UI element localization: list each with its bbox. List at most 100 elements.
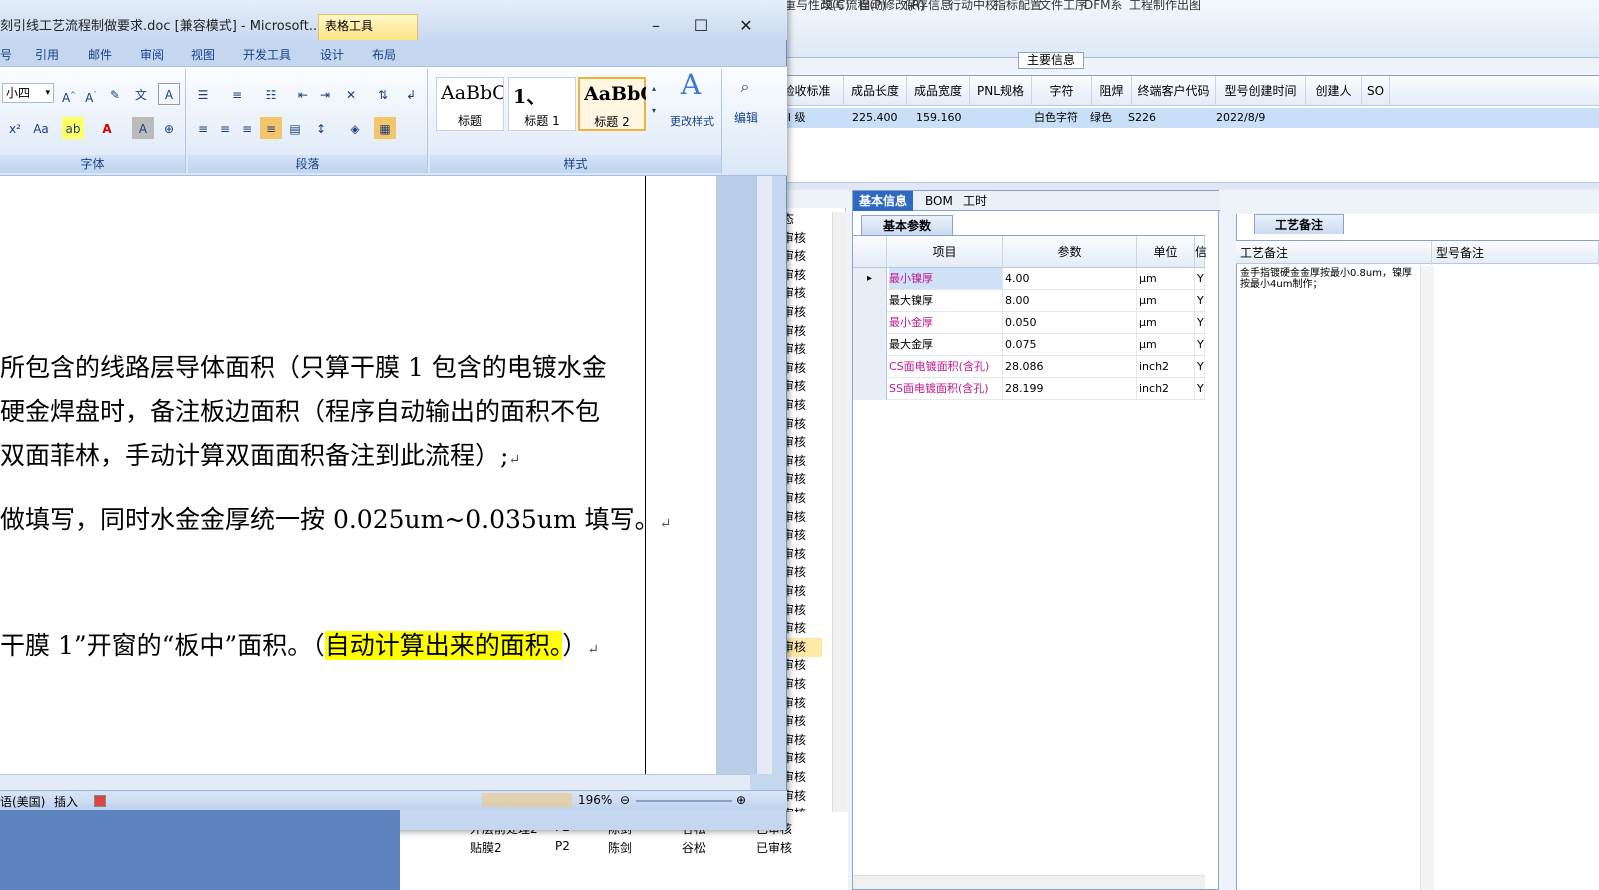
close-button[interactable]: ✕ (726, 16, 766, 38)
phonetic-guide-icon[interactable]: 文 (130, 83, 152, 105)
col-model-note[interactable]: 型号备注 (1432, 241, 1599, 265)
tab-bom[interactable]: BOM (919, 191, 959, 211)
character-shading-icon[interactable]: A (132, 117, 154, 139)
chevron-down-icon[interactable]: ▾ (45, 84, 50, 102)
change-styles-icon[interactable]: A (666, 71, 716, 103)
justify-icon[interactable]: ≡ (260, 117, 282, 139)
tab-references-partial[interactable]: 号 (0, 46, 12, 63)
col-item[interactable]: 项目 (887, 236, 1003, 268)
zoom-out-icon[interactable]: ⊖ (620, 793, 630, 807)
col-customer-code[interactable]: 终端客户代码 (1132, 76, 1216, 106)
styles-scroll-icon[interactable]: ▴ ▾ (648, 77, 660, 127)
tab-view[interactable]: 视图 (191, 46, 215, 63)
col-so[interactable]: SO (1362, 76, 1390, 106)
bullets-icon[interactable]: ☰ (192, 83, 214, 105)
grow-font-icon[interactable]: A^ (58, 83, 80, 105)
top-menu-item[interactable]: 行动中校 (949, 0, 997, 13)
tree-status-cell[interactable]: 审核 (782, 637, 822, 657)
insert-mode[interactable]: 插入 (54, 793, 78, 810)
align-center-icon[interactable]: ≡ (214, 117, 236, 139)
tab-mailings[interactable]: 邮件 (88, 46, 112, 63)
numbering-icon[interactable]: ≡ (226, 83, 248, 105)
align-left-icon[interactable]: ≡ (192, 117, 214, 139)
font-size-select[interactable]: 小四 ▾ (2, 83, 54, 103)
col-craft-note[interactable]: 工艺备注 (1236, 241, 1432, 265)
borders-icon[interactable]: ▦ (374, 117, 396, 139)
param-row[interactable]: ▸ 最小镍厚 4.00 μm Y (853, 268, 1205, 290)
param-row[interactable]: SS面电镀面积(含孔) 28.199 inch2 Y (853, 378, 1205, 400)
col-character[interactable]: 字符 (1032, 76, 1092, 106)
top-menu-item[interactable]: 文件工序 (1039, 0, 1087, 13)
chinese-layout-icon[interactable]: ✕ (340, 83, 362, 105)
splitter[interactable] (780, 182, 1599, 190)
col-unit[interactable]: 单位 (1137, 236, 1195, 268)
top-menu-item[interactable]: 保存信息 (904, 0, 952, 13)
col-solder-mask[interactable]: 阻焊 (1092, 76, 1132, 106)
decrease-indent-icon[interactable]: ⇤ (292, 83, 314, 105)
word-titlebar[interactable]: 刻引线工艺流程制做要求.doc [兼容模式] - Microsoft... 表格… (0, 0, 787, 40)
font-color-icon[interactable]: A (96, 117, 118, 139)
style-heading-2[interactable]: AaBbC( 标题 2 (578, 77, 646, 131)
align-right-icon[interactable]: ≡ (236, 117, 258, 139)
tab-design[interactable]: 设计 (320, 46, 344, 63)
view-buttons[interactable] (482, 793, 572, 807)
minimize-button[interactable]: – (636, 16, 676, 38)
row-header[interactable] (853, 356, 887, 378)
enclose-characters-icon[interactable]: ⊕ (158, 117, 180, 139)
tab-developer[interactable]: 开发工具 (243, 46, 291, 63)
document-page[interactable]: 所包含的线路层导体面积（只算干膜 1 包含的电镀水金 硬金焊盘时，备注板边面积（… (0, 176, 750, 774)
style-heading-1[interactable]: 1、 标题 1 (508, 77, 576, 131)
tree-row[interactable]: 贴膜2 P2 陈剑 谷松 已审核 (400, 837, 848, 857)
col-info[interactable]: 信 (1195, 236, 1207, 268)
tab-basic-params[interactable]: 基本参数 (861, 215, 953, 235)
zoom-level[interactable]: 196% (578, 793, 612, 807)
tab-craft-notes[interactable]: 工艺备注 (1254, 214, 1344, 234)
clear-format-icon[interactable]: ✎ (104, 83, 126, 105)
param-row[interactable]: 最大金厚 0.075 μm Y (853, 334, 1205, 356)
col-created-time[interactable]: 型号创建时间 (1216, 76, 1306, 106)
edit-label[interactable]: 编辑 (726, 109, 766, 126)
language-indicator[interactable]: 语(美国) (0, 793, 45, 810)
line-spacing-icon[interactable]: ↕ (310, 117, 332, 139)
main-grid-row[interactable]: 2 II 级 225.400 159.160 白色字符 绿色 S226 2022… (774, 108, 1599, 128)
param-grid-hscroll[interactable] (853, 875, 1205, 889)
tree-scrollbar[interactable] (832, 212, 846, 872)
col-param[interactable]: 参数 (1003, 236, 1137, 268)
increase-indent-icon[interactable]: ⇥ (314, 83, 336, 105)
param-row[interactable]: 最大镍厚 8.00 μm Y (853, 290, 1205, 312)
tab-layout[interactable]: 布局 (372, 46, 396, 63)
top-menu-item[interactable]: DFM系 (1084, 0, 1123, 13)
row-header[interactable] (853, 290, 887, 312)
row-header[interactable] (853, 312, 887, 334)
multilevel-list-icon[interactable]: ☷ (260, 83, 282, 105)
tab-references[interactable]: 引用 (35, 46, 59, 63)
craft-note-scrollbar[interactable] (1420, 266, 1434, 890)
col-width[interactable]: 成品宽度 (907, 76, 970, 106)
zoom-in-icon[interactable]: ⊕ (736, 793, 746, 807)
col-length[interactable]: 成品长度 (844, 76, 907, 106)
change-case-icon[interactable]: Aa (30, 117, 52, 139)
top-menu-item[interactable]: 指标配置 (994, 0, 1042, 13)
show-marks-icon[interactable]: ↲ (400, 83, 422, 105)
col-pnl-spec[interactable]: PNL规格 (970, 76, 1032, 106)
sort-icon[interactable]: ⇅ (372, 83, 394, 105)
maximize-button[interactable]: ☐ (681, 16, 721, 38)
shrink-font-icon[interactable]: Aˇ (80, 83, 102, 105)
tab-work-hours[interactable]: 工时 (957, 191, 993, 211)
param-row[interactable]: 最小金厚 0.050 μm Y (853, 312, 1205, 334)
horizontal-scrollbar[interactable] (0, 774, 750, 790)
tab-basic-info[interactable]: 基本信息 (853, 191, 914, 211)
binoculars-icon[interactable]: ⌕ (734, 75, 756, 97)
row-header[interactable] (853, 378, 887, 400)
zoom-slider[interactable] (636, 800, 732, 802)
col-creator[interactable]: 创建人 (1306, 76, 1362, 106)
distributed-icon[interactable]: ▤ (284, 117, 306, 139)
change-styles-label[interactable]: 更改样式 (662, 113, 722, 129)
style-title[interactable]: AaBbC( 标题 (436, 77, 504, 131)
shading-icon[interactable]: ◈ (344, 117, 366, 139)
tab-review[interactable]: 审阅 (140, 46, 164, 63)
macro-record-icon[interactable] (94, 795, 106, 807)
param-row[interactable]: CS面电镀面积(含孔) 28.086 inch2 Y (853, 356, 1205, 378)
superscript-icon[interactable]: x² (4, 117, 26, 139)
row-header[interactable]: ▸ (853, 268, 887, 290)
